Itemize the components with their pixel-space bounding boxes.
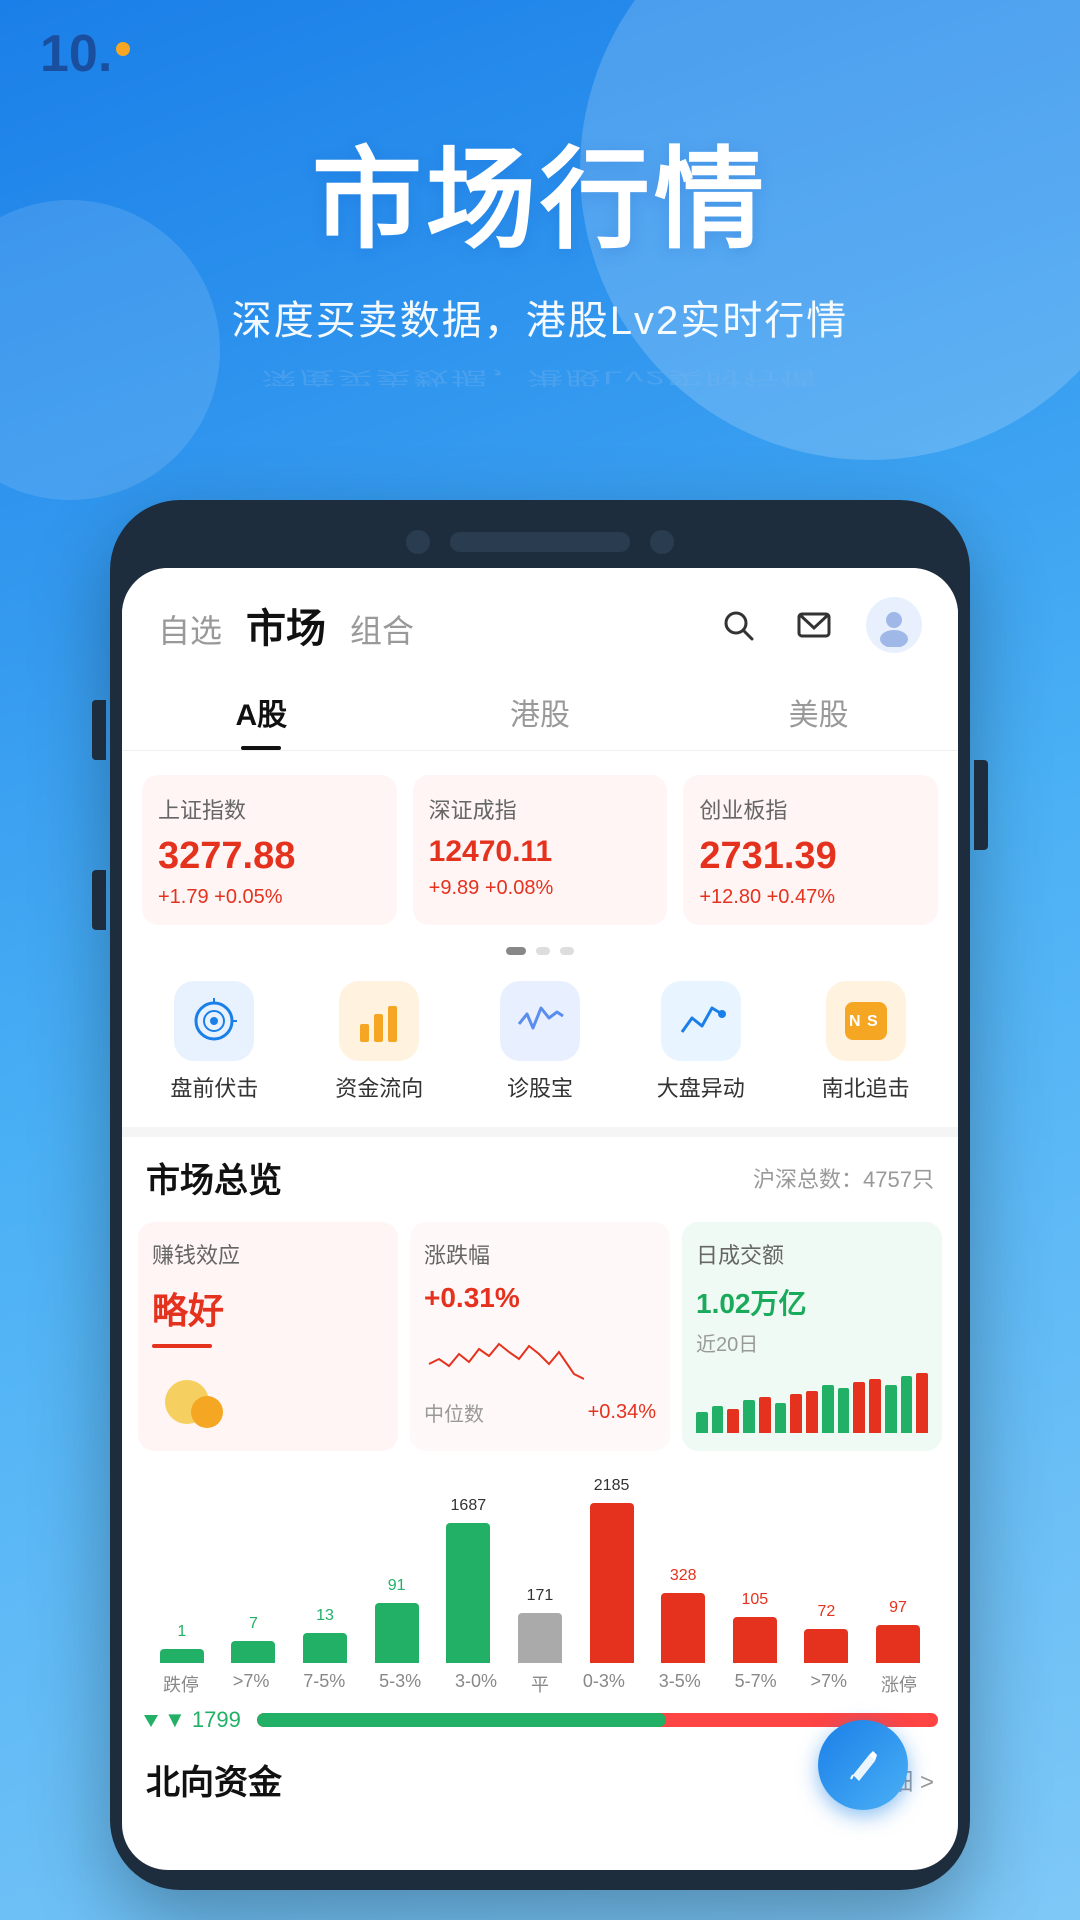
market-overview-header: 市场总览 沪深总数：4757只: [122, 1137, 958, 1212]
bar-col-flat: 171: [518, 1587, 562, 1663]
nav-tab-portfolio[interactable]: 组合: [350, 606, 414, 652]
search-button[interactable]: [714, 601, 762, 649]
down-arrow-icon: [142, 1711, 160, 1729]
deco-circle-small: [0, 200, 220, 500]
bar-col-3to0-down: 1687: [446, 1497, 490, 1663]
bar-limit-down: [160, 1649, 204, 1663]
bar-col-5to3-down: 91: [375, 1577, 419, 1663]
rise-fall-chart: [424, 1324, 584, 1394]
dot-2: [536, 947, 550, 955]
phone-notch: [122, 520, 958, 568]
quick-item-diagnose[interactable]: 诊股宝: [500, 981, 580, 1103]
bar-3to0-down: [446, 1523, 490, 1663]
sun-icon: [152, 1360, 232, 1430]
bar-5to3-down: [375, 1603, 419, 1663]
pagination-dots: [122, 941, 958, 961]
effect-line: [152, 1344, 212, 1348]
quick-item-market-move[interactable]: 大盘异动: [657, 981, 745, 1103]
divider-1: [122, 1127, 958, 1137]
bar-limit-up: [876, 1625, 920, 1663]
market-overview-title: 市场总览: [146, 1153, 282, 1202]
bar-col-3to5-up: 328: [661, 1567, 705, 1663]
bar-5to7-up: [733, 1617, 777, 1663]
index-card-chinext[interactable]: 创业板指 2731.39 +12.80 +0.47%: [683, 775, 938, 925]
phone-screen: 自选 市场 组合: [122, 568, 958, 1870]
top-banner: 10. 市场行情 深度买卖数据，港股Lv2实时行情 深度买卖数据，港股Lv2实时…: [0, 0, 1080, 560]
banner-title: 市场行情: [312, 110, 768, 270]
bar-flat: [518, 1613, 562, 1663]
overview-cards: 赚钱效应 略好 涨跌幅 +0.31%: [122, 1212, 958, 1467]
quick-item-ns-chase[interactable]: N S 南北追击: [822, 981, 910, 1103]
tab-us-shares[interactable]: 美股: [679, 670, 958, 750]
phone-speaker: [450, 532, 630, 552]
bar-chart-section: 1 7 13 91: [122, 1467, 958, 1697]
header-icons: [714, 597, 922, 653]
bar-0to3-up: [590, 1503, 634, 1663]
quick-menu: 盘前伏击 资金流向: [122, 961, 958, 1127]
side-button-power-left: [92, 870, 106, 930]
fab-button[interactable]: [818, 1720, 908, 1810]
progress-bar: [257, 1713, 938, 1727]
app-version: 10.: [40, 28, 130, 80]
bar-gt7-down: [231, 1641, 275, 1663]
bar-7to5-down: [303, 1633, 347, 1663]
market-tabs: A股 港股 美股: [122, 670, 958, 751]
tab-hk-shares[interactable]: 港股: [401, 670, 680, 750]
progress-bar-green: [257, 1713, 666, 1727]
bar-col-0to3-up: 2185: [590, 1477, 634, 1663]
bar-col-gt7-up: 72: [804, 1603, 848, 1663]
app-header: 自选 市场 组合: [122, 568, 958, 670]
ov-card-volume[interactable]: 日成交额 1.02万亿 近20日: [682, 1222, 942, 1451]
svg-text:S: S: [867, 1013, 878, 1030]
nav-tab-watchlist[interactable]: 自选: [158, 606, 222, 652]
bar-col-limit-up: 97: [876, 1599, 920, 1663]
fab-spacer: [122, 1820, 958, 1870]
north-capital-title: 北向资金: [146, 1755, 282, 1804]
side-button-vol-down: [92, 700, 106, 760]
phone-container: 自选 市场 组合: [90, 500, 990, 1890]
nav-tab-market[interactable]: 市场: [246, 596, 326, 654]
svg-text:N: N: [849, 1013, 861, 1030]
phone-camera-2: [650, 530, 674, 554]
message-button[interactable]: [790, 601, 838, 649]
quick-item-premarket[interactable]: 盘前伏击: [170, 981, 258, 1103]
banner-subtitle-mirror: 深度买卖数据，港股Lv2实时行情: [261, 366, 819, 392]
bar-col-5to7-up: 105: [733, 1591, 777, 1663]
avatar[interactable]: [866, 597, 922, 653]
nav-tabs: 自选 市场 组合: [158, 596, 414, 654]
quick-item-capital-flow[interactable]: 资金流向: [335, 981, 423, 1103]
bar-col-7to5-down: 13: [303, 1607, 347, 1663]
down-count: ▼ 1799: [142, 1707, 241, 1733]
ov-card-rise-fall[interactable]: 涨跌幅 +0.31% 中位数 +0.34%: [410, 1222, 670, 1451]
bar-gt7-up: [804, 1629, 848, 1663]
phone-camera: [406, 530, 430, 554]
dot-3: [560, 947, 574, 955]
volume-bars: [696, 1363, 928, 1433]
market-overview-subtitle: 沪深总数：4757只: [753, 1162, 934, 1194]
pen-icon: [841, 1743, 885, 1787]
index-card-shanghai[interactable]: 上证指数 3277.88 +1.79 +0.05%: [142, 775, 397, 925]
banner-subtitle: 深度买卖数据，港股Lv2实时行情: [232, 288, 849, 346]
bar-col-gt7-down: 7: [231, 1615, 275, 1663]
bar-3to5-up: [661, 1593, 705, 1663]
bar-chart-area: 1 7 13 91: [138, 1483, 942, 1663]
tab-a-shares[interactable]: A股: [122, 670, 401, 750]
version-dot: [116, 42, 130, 56]
ov-card-effect[interactable]: 赚钱效应 略好: [138, 1222, 398, 1451]
index-cards: 上证指数 3277.88 +1.79 +0.05% 深证成指 12470.11 …: [122, 751, 958, 941]
phone-frame: 自选 市场 组合: [110, 500, 970, 1890]
bar-col-limit-down: 1: [160, 1623, 204, 1663]
side-button-power-right: [974, 760, 988, 850]
dot-1: [506, 947, 526, 955]
index-card-shenzhen[interactable]: 深证成指 12470.11 +9.89 +0.08%: [413, 775, 668, 925]
